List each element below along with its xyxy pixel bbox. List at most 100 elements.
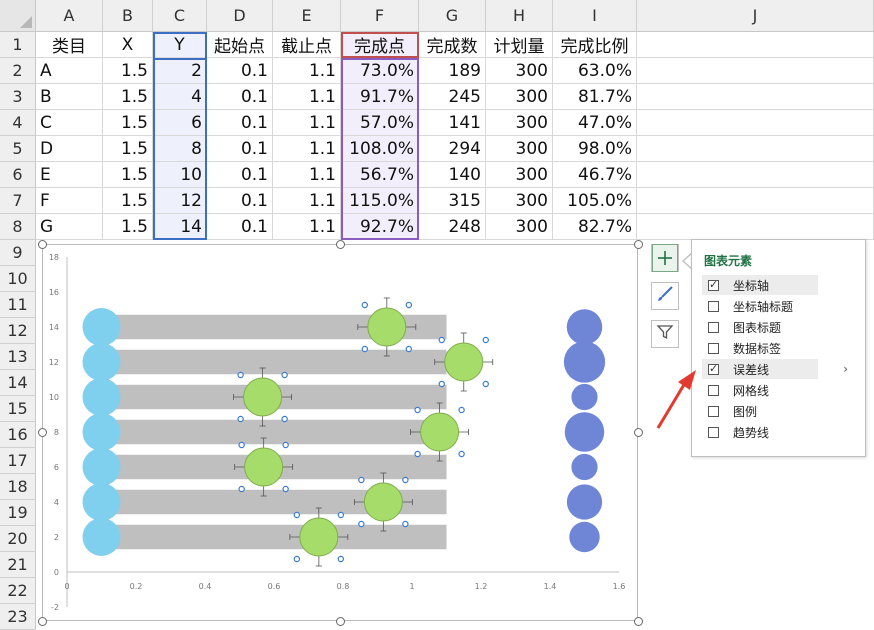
table-cell[interactable]: 0.1 — [207, 58, 273, 84]
chart-filters-button[interactable] — [651, 320, 679, 348]
table-cell[interactable]: 1.1 — [273, 214, 341, 240]
column-header-D[interactable]: D — [207, 0, 273, 32]
table-cell[interactable]: 140 — [419, 162, 486, 188]
table-cell[interactable]: 91.7% — [341, 84, 419, 110]
header-cell[interactable]: 完成点 — [341, 32, 419, 58]
table-cell[interactable]: 315 — [419, 188, 486, 214]
table-cell[interactable] — [637, 162, 874, 188]
table-cell[interactable]: 0.1 — [207, 110, 273, 136]
row-header-7[interactable]: 7 — [0, 188, 36, 214]
table-cell[interactable]: 1.5 — [103, 110, 153, 136]
table-cell[interactable]: 2 — [153, 58, 207, 84]
table-cell[interactable]: 92.7% — [341, 214, 419, 240]
table-cell[interactable]: 105.0% — [553, 188, 637, 214]
table-cell[interactable]: 1.1 — [273, 136, 341, 162]
table-cell[interactable]: G — [36, 214, 103, 240]
row-header-10[interactable]: 10 — [0, 266, 36, 292]
resize-handle[interactable] — [335, 616, 345, 626]
row-header-19[interactable]: 19 — [0, 500, 36, 526]
chart-styles-button[interactable] — [651, 282, 679, 310]
table-cell[interactable] — [637, 84, 874, 110]
row-header-8[interactable]: 8 — [0, 214, 36, 240]
resize-handle[interactable] — [37, 428, 47, 437]
column-header-G[interactable]: G — [419, 0, 486, 32]
chart-element-0[interactable]: 坐标轴 — [702, 275, 818, 295]
table-cell[interactable]: 81.7% — [553, 84, 637, 110]
table-cell[interactable]: 1.5 — [103, 84, 153, 110]
row-header-14[interactable]: 14 — [0, 370, 36, 396]
column-header-A[interactable]: A — [36, 0, 103, 32]
header-cell[interactable]: 完成比例 — [553, 32, 637, 58]
resize-handle[interactable] — [633, 239, 643, 249]
table-cell[interactable] — [637, 110, 874, 136]
column-header-I[interactable]: I — [553, 0, 637, 32]
header-cell[interactable]: 起始点 — [207, 32, 273, 58]
row-header-11[interactable]: 11 — [0, 292, 36, 318]
row-header-16[interactable]: 16 — [0, 422, 36, 448]
table-cell[interactable]: 300 — [486, 136, 553, 162]
checkbox[interactable] — [708, 405, 719, 417]
table-cell[interactable]: 1.5 — [103, 58, 153, 84]
table-cell[interactable]: 10 — [153, 162, 207, 188]
table-cell[interactable]: 141 — [419, 110, 486, 136]
column-header-C[interactable]: C — [153, 0, 207, 32]
row-header-20[interactable]: 20 — [0, 526, 36, 552]
table-cell[interactable]: 6 — [153, 110, 207, 136]
header-cell[interactable]: 计划量 — [486, 32, 553, 58]
column-header-J[interactable]: J — [637, 0, 874, 32]
table-cell[interactable]: 248 — [419, 214, 486, 240]
table-cell[interactable]: 12 — [153, 188, 207, 214]
table-cell[interactable]: 300 — [486, 58, 553, 84]
row-header-6[interactable]: 6 — [0, 162, 36, 188]
table-cell[interactable]: 0.1 — [207, 162, 273, 188]
checkbox[interactable] — [708, 278, 719, 291]
table-cell[interactable]: B — [36, 84, 103, 110]
table-cell[interactable]: 0.1 — [207, 136, 273, 162]
row-header-1[interactable]: 1 — [0, 32, 36, 58]
table-cell[interactable]: 300 — [486, 110, 553, 136]
checkbox[interactable] — [708, 342, 719, 354]
header-cell[interactable]: 截止点 — [273, 32, 341, 58]
row-header-4[interactable]: 4 — [0, 110, 36, 136]
resize-handle[interactable] — [335, 239, 345, 249]
table-cell[interactable]: 47.0% — [553, 110, 637, 136]
chart-element-3[interactable]: 数据标签 — [702, 338, 818, 358]
table-cell[interactable]: 245 — [419, 84, 486, 110]
table-cell[interactable]: 98.0% — [553, 136, 637, 162]
column-header-H[interactable]: H — [486, 0, 553, 32]
chart-elements-button[interactable] — [651, 244, 679, 272]
table-cell[interactable]: 189 — [419, 58, 486, 84]
row-header-17[interactable]: 17 — [0, 448, 36, 474]
chart-element-2[interactable]: 图表标题 — [702, 317, 818, 337]
table-cell[interactable]: 56.7% — [341, 162, 419, 188]
table-cell[interactable]: 300 — [486, 162, 553, 188]
table-cell[interactable]: 300 — [486, 214, 553, 240]
chart-element-6[interactable]: 图例 — [702, 401, 818, 421]
select-all-corner[interactable] — [0, 0, 36, 32]
resize-handle[interactable] — [633, 616, 643, 626]
chart-element-1[interactable]: 坐标轴标题 — [702, 296, 818, 316]
table-cell[interactable]: 0.1 — [207, 214, 273, 240]
table-cell[interactable]: 1.5 — [103, 136, 153, 162]
table-cell[interactable] — [637, 136, 874, 162]
table-cell[interactable]: C — [36, 110, 103, 136]
row-header-18[interactable]: 18 — [0, 474, 36, 500]
checkbox[interactable] — [708, 384, 719, 396]
checkbox[interactable] — [708, 321, 719, 333]
table-cell[interactable]: 1.1 — [273, 84, 341, 110]
header-cell[interactable]: X — [103, 32, 153, 58]
table-cell[interactable]: 0.1 — [207, 84, 273, 110]
table-cell[interactable]: 1.1 — [273, 110, 341, 136]
chart-element-7[interactable]: 趋势线 — [702, 422, 818, 442]
table-cell[interactable] — [637, 214, 874, 240]
table-cell[interactable] — [637, 32, 874, 58]
checkbox[interactable] — [708, 426, 719, 438]
table-cell[interactable]: D — [36, 136, 103, 162]
column-header-F[interactable]: F — [341, 0, 419, 32]
column-header-E[interactable]: E — [273, 0, 341, 32]
table-cell[interactable]: 300 — [486, 84, 553, 110]
table-cell[interactable]: 294 — [419, 136, 486, 162]
resize-handle[interactable] — [37, 239, 47, 249]
table-cell[interactable]: 115.0% — [341, 188, 419, 214]
table-cell[interactable]: 108.0% — [341, 136, 419, 162]
